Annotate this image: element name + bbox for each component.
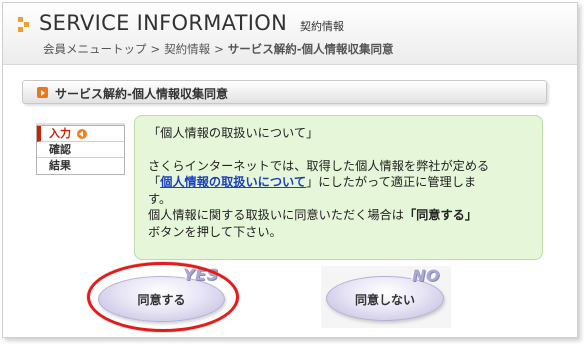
section-title: サービス解約-個人情報収集同意 xyxy=(55,87,228,101)
breadcrumb: 会員メニュートップ > 契約情報 > サービス解約-個人情報収集同意 xyxy=(43,41,394,57)
brand-dots-icon xyxy=(18,17,32,33)
breadcrumb-current: サービス解約-個人情報収集同意 xyxy=(227,42,394,56)
notice-line-2-rest: 」にしたがって適正に管理しま xyxy=(306,175,477,189)
privacy-policy-link[interactable]: 個人情報の取扱いについて xyxy=(160,175,306,189)
breadcrumb-separator: > xyxy=(214,42,224,56)
notice-line-4-text: 個人情報に関する取扱いに同意いただく場合は xyxy=(148,208,404,222)
notice-line-3: す。 xyxy=(148,191,172,206)
disagree-button-label: 同意しない xyxy=(354,293,415,307)
page-title: SERVICE INFORMATION xyxy=(39,11,288,35)
page-frame: SERVICE INFORMATION 契約情報 会員メニュートップ > 契約情報 >… xyxy=(2,2,578,338)
notice-line-4: 個人情報に関する取扱いに同意いただく場合は「同意する」 xyxy=(148,207,532,224)
highlight-ring xyxy=(87,262,239,332)
notice-quote-open: 「 xyxy=(148,175,161,189)
breadcrumb-separator: > xyxy=(150,42,161,56)
page-header: SERVICE INFORMATION 契約情報 会員メニュートップ > 契約情報 >… xyxy=(3,3,577,65)
notice-line-5: ボタンを押して下さい。 xyxy=(148,224,282,239)
step-result: 結果 xyxy=(37,158,124,174)
step-input: 入力 xyxy=(37,126,124,142)
page-subtitle: 契約情報 xyxy=(300,20,344,33)
notice-line-2: 「個人情報の取扱いについて」にしたがって適正に管理しま xyxy=(148,174,532,191)
privacy-notice-box: 「個人情報の取扱いについて」 さくらインターネットでは、取得した個人情報を弊社が… xyxy=(134,115,543,260)
section-header-bar: サービス解約-個人情報収集同意 xyxy=(22,80,547,104)
notice-agree-quote: 「同意する」 xyxy=(403,208,478,222)
orange-arrow-bullet-icon xyxy=(37,87,48,98)
notice-heading: 「個人情報の取扱いについて」 xyxy=(148,126,319,140)
breadcrumb-contract-info[interactable]: 契約情報 xyxy=(164,42,210,56)
step-indicator: 入力 確認 結果 xyxy=(36,125,125,175)
breadcrumb-member-top[interactable]: 会員メニュートップ xyxy=(43,42,147,56)
notice-line-1: さくらインターネットでは、取得した個人情報を弊社が定める xyxy=(148,158,490,173)
step-result-label: 結果 xyxy=(49,159,71,172)
step-confirm: 確認 xyxy=(37,142,124,158)
no-tag-text: NO xyxy=(412,266,440,285)
step-input-label: 入力 xyxy=(49,127,71,140)
current-step-arrow-icon xyxy=(77,129,87,139)
step-confirm-label: 確認 xyxy=(49,143,71,156)
